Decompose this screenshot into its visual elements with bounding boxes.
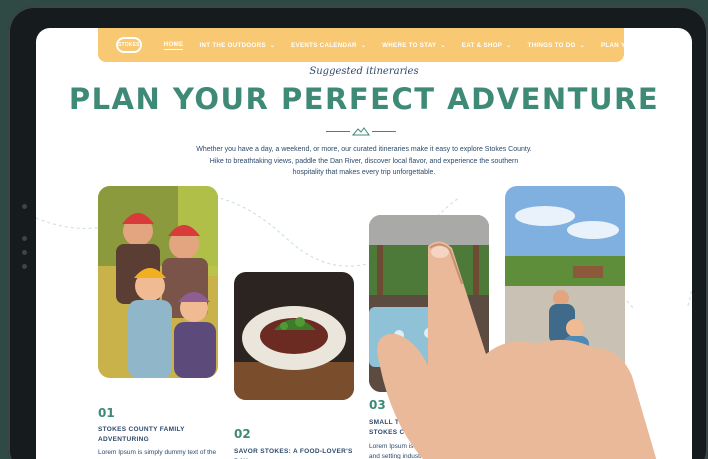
card-number: 03 xyxy=(369,398,386,412)
tablet-sensor xyxy=(22,204,27,209)
chevron-down-icon: ⌄ xyxy=(360,42,367,49)
site-logo[interactable]: STOKES xyxy=(116,37,142,53)
tablet-sensor xyxy=(22,250,27,255)
itinerary-card-image[interactable] xyxy=(369,215,489,392)
nav-outdoors-label: INT THE OUTDOORS xyxy=(199,41,266,49)
family-adventure-photo xyxy=(98,186,218,378)
tablet-sensor xyxy=(22,236,27,241)
itinerary-card-image[interactable] xyxy=(505,186,625,388)
card-text: Lorem Ipsum is simply dummy text of the xyxy=(98,449,217,456)
nav-stay-label: WHERE TO STAY xyxy=(382,41,437,49)
chevron-down-icon: ⌄ xyxy=(440,42,446,49)
card-title[interactable]: STOKES COUNTY FAMILY ADVENTURING xyxy=(98,425,208,445)
nav-things-to-do[interactable]: THINGS TO DO ⌄ xyxy=(527,42,585,49)
top-navigation: STOKES HOME INT THE OUTDOORS ⌄ EVENTS CAL… xyxy=(98,28,668,62)
page-title: PLAN YOUR PERFECT ADVENTURE xyxy=(68,82,660,116)
mountain-icon xyxy=(352,127,370,136)
section-eyebrow: Suggested itineraries xyxy=(309,66,419,77)
nav-events-calendar[interactable]: EVENTS CALENDAR ⌄ xyxy=(291,42,366,49)
chevron-down-icon: ⌄ xyxy=(506,42,512,49)
tablet-frame: STOKES HOME INT THE OUTDOORS ⌄ EVENTS CAL… xyxy=(8,6,708,459)
outdoor-trail-photo xyxy=(505,186,625,388)
nav-where-to-stay[interactable]: WHERE TO STAY ⌄ xyxy=(382,42,446,49)
card-title[interactable]: SAVOR STOKES: A FOOD-LOVER'S DAY xyxy=(234,447,364,459)
nav-plan-label: PLAN YOUR VISIT xyxy=(601,41,660,49)
chevron-down-icon: ⌄ xyxy=(579,42,585,49)
itinerary-card-image[interactable] xyxy=(98,186,218,378)
nav-eat-label: EAT & SHOP xyxy=(461,41,503,49)
card-text: Lorem Ipsum is simply dumm... printing a… xyxy=(369,443,483,459)
heading-divider xyxy=(326,126,396,136)
nav-outdoors[interactable]: INT THE OUTDOORS ⌄ xyxy=(199,42,275,49)
nav-eat-shop[interactable]: EAT & SHOP ⌄ xyxy=(462,42,512,49)
nav-plan-your-visit[interactable]: PLAN YOUR VISIT ⌄ xyxy=(601,42,668,49)
card-number: 01 xyxy=(98,406,115,420)
intro-paragraph: Whether you have a day, a weekend, or mo… xyxy=(196,146,532,176)
nav-things-label: THINGS TO DO xyxy=(527,41,576,49)
steak-dish-photo xyxy=(234,272,354,400)
nav-home[interactable]: HOME xyxy=(163,41,184,50)
card-title[interactable]: SMALL TOWN COMFO... DAY IN STOKES COUNTY xyxy=(369,418,479,438)
tablet-sensor xyxy=(22,264,27,269)
website-screen: STOKES HOME INT THE OUTDOORS ⌄ EVENTS CAL… xyxy=(36,28,692,459)
itinerary-card-image[interactable] xyxy=(234,272,354,400)
card-number: 02 xyxy=(234,427,251,441)
hot-tub-photo xyxy=(369,215,489,392)
nav-events-label: EVENTS CALENDAR xyxy=(291,41,357,49)
chevron-down-icon: ⌄ xyxy=(663,42,669,49)
chevron-down-icon: ⌄ xyxy=(269,42,276,49)
